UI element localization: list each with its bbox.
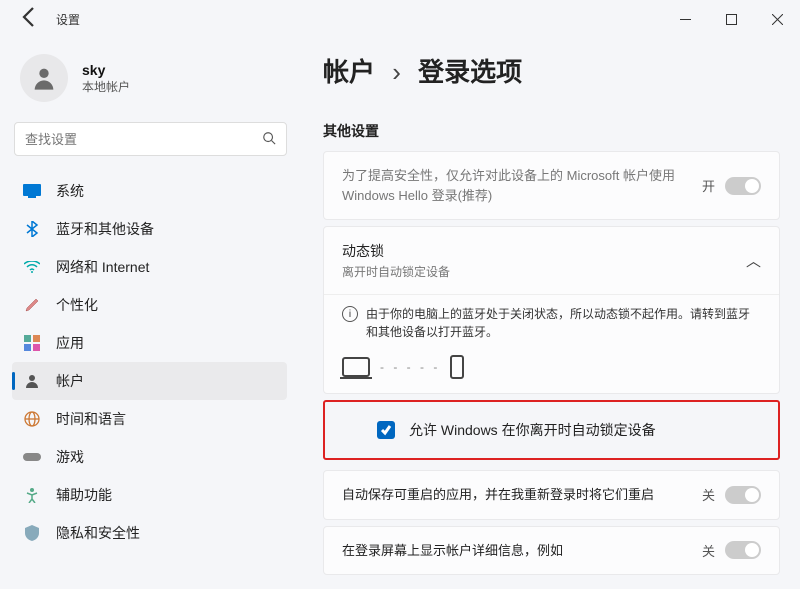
chevron-up-icon: ︿ — [746, 250, 761, 271]
hello-text: 为了提高安全性，仅允许对此设备上的 Microsoft 帐户使用 Windows… — [342, 166, 702, 205]
hello-card[interactable]: 为了提高安全性，仅允许对此设备上的 Microsoft 帐户使用 Windows… — [323, 151, 780, 220]
lockscreen-state: 关 — [702, 541, 715, 560]
globe-icon — [22, 409, 42, 429]
nav-label: 系统 — [56, 181, 84, 201]
sidebar-item-privacy[interactable]: 隐私和安全性 — [12, 514, 287, 552]
lockscreen-text: 在登录屏幕上显示帐户详细信息，例如 — [342, 541, 702, 561]
user-subtitle: 本地帐户 — [82, 78, 130, 95]
info-icon: i — [342, 306, 358, 322]
nav-label: 时间和语言 — [56, 409, 126, 429]
nav-label: 辅助功能 — [56, 485, 112, 505]
sidebar-item-bluetooth[interactable]: 蓝牙和其他设备 — [12, 210, 287, 248]
bluetooth-icon — [22, 219, 42, 239]
search-icon — [262, 131, 276, 148]
maximize-button[interactable] — [708, 3, 754, 35]
back-button[interactable] — [18, 5, 42, 33]
gamepad-icon — [22, 447, 42, 467]
laptop-icon — [342, 357, 370, 377]
dynlock-checkbox[interactable] — [377, 421, 395, 439]
autorestart-state: 关 — [702, 485, 715, 504]
breadcrumb-parent[interactable]: 帐户 — [323, 57, 375, 87]
connection-dots: - - - - - — [380, 360, 440, 374]
breadcrumb: 帐户 › 登录选项 — [323, 52, 780, 89]
sidebar-item-network[interactable]: 网络和 Internet — [12, 248, 287, 286]
user-profile[interactable]: sky 本地帐户 — [12, 46, 295, 120]
phone-icon — [450, 355, 464, 379]
user-name: sky — [82, 62, 130, 78]
dynlock-subtitle: 离开时自动锁定设备 — [342, 263, 746, 280]
sidebar-item-accounts[interactable]: 帐户 — [12, 362, 287, 400]
search-box[interactable] — [14, 122, 287, 156]
sidebar-item-apps[interactable]: 应用 — [12, 324, 287, 362]
section-other-settings: 其他设置 — [323, 121, 780, 141]
autorestart-card[interactable]: 自动保存可重启的应用，并在我重新登录时将它们重启 关 — [323, 470, 780, 520]
sidebar: sky 本地帐户 系统 蓝牙和其他设备 网络和 Internet 个性化 — [0, 38, 295, 589]
lockscreen-card[interactable]: 在登录屏幕上显示帐户详细信息，例如 关 — [323, 526, 780, 576]
dynamic-lock-card: 动态锁 离开时自动锁定设备 ︿ i 由于你的电脑上的蓝牙处于关闭状态，所以动态锁… — [323, 226, 780, 394]
dynlock-checkbox-label: 允许 Windows 在你离开时自动锁定设备 — [409, 420, 656, 440]
sidebar-item-time[interactable]: 时间和语言 — [12, 400, 287, 438]
minimize-button[interactable] — [662, 3, 708, 35]
dynlock-title: 动态锁 — [342, 241, 746, 261]
system-icon — [22, 181, 42, 201]
dynlock-info-text: 由于你的电脑上的蓝牙处于关闭状态，所以动态锁不起作用。请转到蓝牙和其他设备以打开… — [366, 305, 761, 341]
dynlock-checkbox-row[interactable]: 允许 Windows 在你离开时自动锁定设备 — [323, 400, 780, 460]
dynlock-info: i 由于你的电脑上的蓝牙处于关闭状态，所以动态锁不起作用。请转到蓝牙和其他设备以… — [342, 305, 761, 341]
avatar — [20, 54, 68, 102]
account-icon — [22, 371, 42, 391]
nav-label: 蓝牙和其他设备 — [56, 219, 154, 239]
breadcrumb-current: 登录选项 — [418, 57, 522, 87]
shield-icon — [22, 523, 42, 543]
dynamic-lock-header[interactable]: 动态锁 离开时自动锁定设备 ︿ — [324, 227, 779, 294]
autorestart-text: 自动保存可重启的应用，并在我重新登录时将它们重启 — [342, 485, 702, 505]
sidebar-item-personalize[interactable]: 个性化 — [12, 286, 287, 324]
sidebar-item-accessibility[interactable]: 辅助功能 — [12, 476, 287, 514]
main-panel: 帐户 › 登录选项 其他设置 为了提高安全性，仅允许对此设备上的 Microso… — [295, 38, 800, 589]
nav-label: 游戏 — [56, 447, 84, 467]
chevron-right-icon: › — [392, 57, 401, 87]
device-pairing-row: - - - - - — [342, 355, 761, 379]
hello-toggle[interactable] — [725, 177, 761, 195]
brush-icon — [22, 295, 42, 315]
autorestart-toggle[interactable] — [725, 486, 761, 504]
nav-label: 个性化 — [56, 295, 98, 315]
nav-label: 隐私和安全性 — [56, 523, 140, 543]
sidebar-item-system[interactable]: 系统 — [12, 172, 287, 210]
apps-icon — [22, 333, 42, 353]
hello-state: 开 — [702, 176, 715, 195]
titlebar: 设置 — [0, 0, 800, 38]
wifi-icon — [22, 257, 42, 277]
window-title: 设置 — [56, 11, 80, 28]
nav-label: 应用 — [56, 333, 84, 353]
lockscreen-toggle[interactable] — [725, 541, 761, 559]
search-input[interactable] — [25, 132, 262, 147]
nav-label: 帐户 — [56, 371, 84, 391]
sidebar-item-gaming[interactable]: 游戏 — [12, 438, 287, 476]
nav-label: 网络和 Internet — [56, 257, 149, 277]
accessibility-icon — [22, 485, 42, 505]
close-button[interactable] — [754, 3, 800, 35]
